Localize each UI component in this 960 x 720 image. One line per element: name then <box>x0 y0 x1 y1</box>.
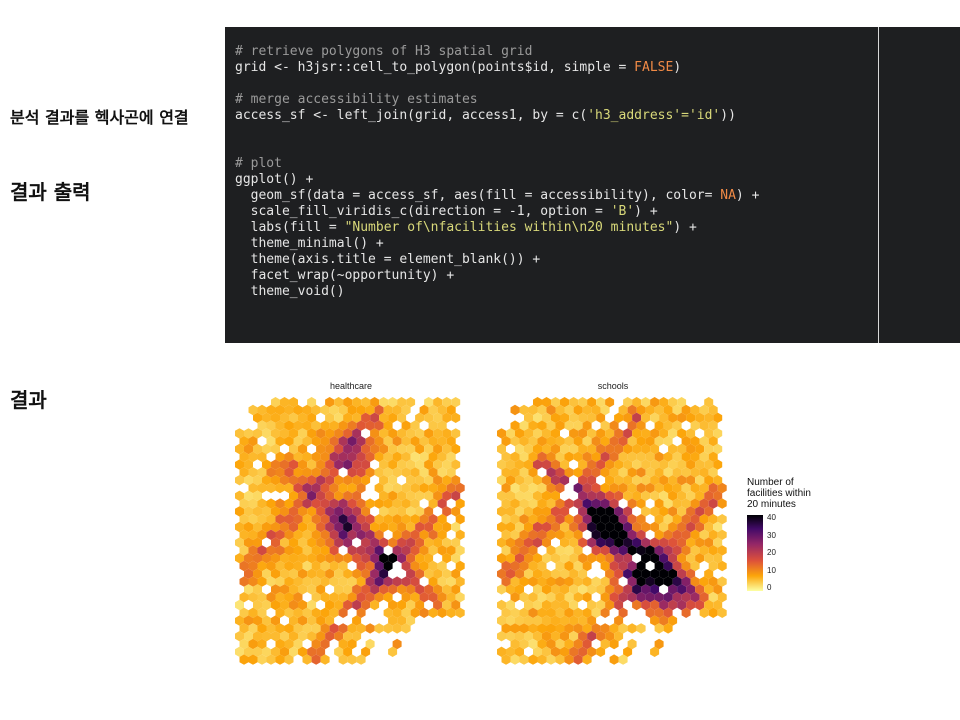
legend-tick-label: 30 <box>767 530 776 540</box>
code-line: ggplot() + <box>235 172 759 188</box>
legend-title: Number of facilities within 20 minutes <box>747 477 811 510</box>
legend-tick-label: 40 <box>767 513 776 522</box>
code-line: # merge accessibility estimates <box>235 92 759 108</box>
code-token: theme_minimal() + <box>235 236 384 251</box>
legend-colorbar <box>747 515 763 591</box>
legend-tick-label: 0 <box>767 583 772 592</box>
hex-cell <box>365 623 375 634</box>
code-divider <box>878 27 879 343</box>
code-token: scale_fill_viridis_c(direction = -1, opt… <box>235 204 611 219</box>
hex-cell <box>609 654 619 665</box>
code-token: 'B' <box>610 204 635 219</box>
code-line: geom_sf(data = access_sf, aes(fill = acc… <box>235 188 760 204</box>
section-label-result: 결과 <box>10 388 47 412</box>
code-line: labs(fill = "Number of\nfacilities withi… <box>235 220 759 236</box>
code-token: # merge accessibility estimates <box>235 92 478 107</box>
code-line: theme_minimal() + <box>235 236 759 252</box>
code-token: ) + <box>673 220 697 235</box>
code-token: FALSE <box>634 60 674 75</box>
code-line: grid <- h3jsr::cell_to_polygon(points$id… <box>235 60 759 76</box>
code-token: ) + <box>735 188 760 203</box>
code-token: "Number of\nfacilities within\n20 minute… <box>344 220 674 235</box>
facet-plot: healthcare schools Number of facilities … <box>225 375 825 675</box>
code-line: # retrieve polygons of H3 spatial grid <box>235 44 759 60</box>
code-token: NA <box>720 188 736 203</box>
legend-tick-label: 10 <box>767 565 776 575</box>
hexmap-schools <box>497 397 727 665</box>
section-label-output: 결과 출력 <box>10 180 91 204</box>
section-label-connect: 분석 결과를 헥사곤에 연결 <box>10 108 189 127</box>
hexmap-healthcare <box>235 397 465 665</box>
code-token: facet_wrap(~opportunity) + <box>235 268 455 283</box>
hex-cell <box>510 404 520 416</box>
code-block: # retrieve polygons of H3 spatial grid gr… <box>225 27 960 343</box>
code-line: scale_fill_viridis_c(direction = -1, opt… <box>235 204 759 220</box>
code-token: ggplot() + <box>235 172 314 187</box>
code-token: ) <box>673 60 682 75</box>
code-line: facet_wrap(~opportunity) + <box>235 268 759 284</box>
hexmap-svg <box>235 397 727 665</box>
code-token: )) <box>720 108 736 123</box>
hex-cell <box>374 623 384 634</box>
code-token: grid <- h3jsr::cell_to_polygon(points$id… <box>235 60 635 75</box>
hex-cell <box>636 623 646 634</box>
code-lines: # retrieve polygons of H3 spatial grid gr… <box>235 44 759 300</box>
code-token: access_sf <- left_join(grid, access1, by… <box>235 108 588 123</box>
hex-cell <box>627 623 637 634</box>
code-line: theme_void() <box>235 284 759 300</box>
code-line: theme(axis.title = element_blank()) + <box>235 252 759 268</box>
code-token: labs(fill = <box>235 220 345 235</box>
code-line: # plot <box>235 156 759 172</box>
code-token: geom_sf(data = access_sf, aes(fill = acc… <box>235 188 721 203</box>
code-token: theme_void() <box>235 284 345 299</box>
code-token: theme(axis.title = element_blank()) + <box>235 252 541 267</box>
code-token: ) + <box>634 204 658 219</box>
code-token: # plot <box>235 156 282 171</box>
code-token: # retrieve polygons of H3 spatial grid <box>235 44 533 59</box>
legend-tick-label: 20 <box>767 548 776 557</box>
code-token: 'h3_address'='id' <box>587 108 721 123</box>
code-line: access_sf <- left_join(grid, access1, by… <box>235 108 759 124</box>
